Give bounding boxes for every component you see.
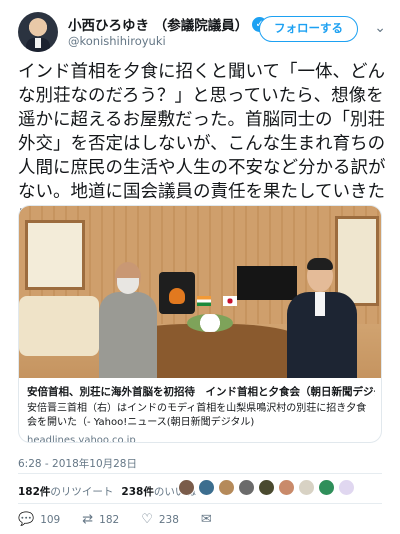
person-right [281, 258, 361, 378]
retweet-count: 182 [99, 513, 120, 526]
japan-flag-icon [223, 296, 237, 306]
dm-button[interactable]: ✉ [201, 512, 212, 527]
user-handle[interactable]: @konishihiroyuki [68, 34, 166, 48]
reply-count: 109 [40, 513, 61, 526]
engagement-stats: 182件のリツイート 238件のいいね [18, 484, 196, 499]
card-domain: headlines.yahoo.co.jp [27, 435, 136, 443]
link-card[interactable]: 安倍首相、別荘に海外首脳を初招待 インド首相と夕食会（朝日新聞デジタル） - .… [18, 205, 382, 443]
avatar[interactable] [18, 12, 58, 52]
heart-icon: ♡ [141, 512, 153, 527]
tweet-actions: 💬 109 ⇄ 182 ♡ 238 ✉ [18, 512, 234, 527]
mail-icon: ✉ [200, 512, 212, 527]
follow-button[interactable]: フォローする [259, 16, 358, 42]
avatar[interactable] [298, 479, 315, 496]
avatar[interactable] [278, 479, 295, 496]
divider [18, 503, 382, 504]
card-title: 安倍首相、別荘に海外首脳を初招待 インド首相と夕食会（朝日新聞デジタル） - .… [27, 386, 375, 398]
reply-button[interactable]: 💬 109 [18, 512, 60, 527]
retweets-stat[interactable]: 182件のリツイート [18, 484, 113, 499]
divider [18, 473, 382, 474]
display-name[interactable]: 小西ひろゆき （参議院議員） [68, 14, 248, 34]
tweet-text: インド首相を夕食に招くと聞いて「一体、どんな別荘なのだろう？」と思っていたら、想… [18, 62, 386, 226]
avatar[interactable] [218, 479, 235, 496]
card-text: 安倍首相、別荘に海外首脳を初招待 インド首相と夕食会（朝日新聞デジタル） - .… [27, 384, 375, 443]
avatar[interactable] [178, 479, 195, 496]
liker-avatars [178, 479, 355, 496]
like-count: 238 [158, 513, 179, 526]
name-row: 小西ひろゆき （参議院議員） ✓ [68, 14, 268, 34]
person-left [93, 262, 163, 378]
avatar[interactable] [198, 479, 215, 496]
tweet-timestamp[interactable]: 6:28 - 2018年10月28日 [18, 456, 137, 471]
reply-icon: 💬 [18, 512, 35, 527]
card-photo [19, 206, 381, 378]
avatar[interactable] [238, 479, 255, 496]
like-button[interactable]: ♡ 238 [141, 512, 179, 527]
retweet-icon: ⇄ [82, 512, 94, 527]
avatar[interactable] [258, 479, 275, 496]
india-flag-icon [197, 296, 211, 306]
tweet-header: 小西ひろゆき （参議院議員） ✓ @konishihiroyuki フォローする… [18, 12, 388, 52]
card-description: 安倍晋三首相（右）はインドのモディ首相を山梨県鳴沢村の別荘に招き夕食会を開いた（… [27, 403, 367, 428]
chevron-down-icon[interactable]: ⌄ [374, 20, 386, 36]
retweet-button[interactable]: ⇄ 182 [82, 512, 119, 527]
avatar[interactable] [318, 479, 335, 496]
avatar[interactable] [338, 479, 355, 496]
